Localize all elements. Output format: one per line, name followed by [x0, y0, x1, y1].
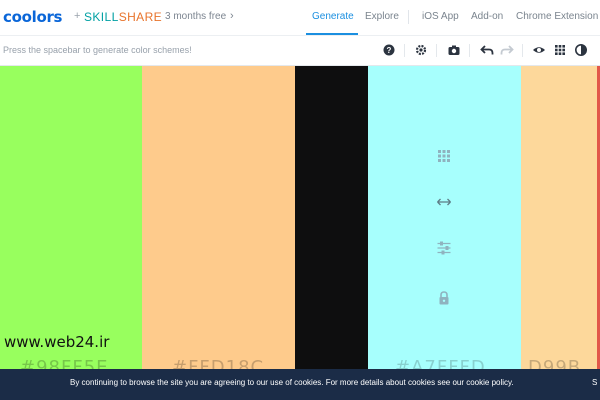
color-swatch[interactable] — [295, 66, 368, 400]
undo-icon[interactable] — [480, 43, 494, 57]
share-text: SHARE — [118, 10, 163, 24]
toolbar-divider — [469, 44, 470, 57]
nav-chrome-extension[interactable]: Chrome Extension — [516, 11, 598, 22]
nav-divider — [408, 10, 409, 24]
cookie-dismiss-button[interactable]: S — [592, 378, 597, 387]
adjust-width-icon[interactable] — [436, 194, 452, 210]
nav-ios-app[interactable]: iOS App — [422, 11, 459, 22]
top-navigation: coolors + SKILLSHARE 3 months free › Gen… — [0, 0, 600, 36]
color-swatch[interactable]: #FFD18C — [142, 66, 295, 400]
grid-icon[interactable] — [436, 148, 452, 164]
nav-generate[interactable]: Generate — [312, 11, 354, 22]
swatch-tools — [437, 148, 451, 305]
gear-icon[interactable] — [414, 43, 428, 57]
svg-text:?: ? — [387, 46, 392, 55]
active-tab-indicator — [306, 33, 358, 35]
grid-icon[interactable] — [553, 43, 567, 57]
contrast-icon[interactable] — [574, 43, 588, 57]
color-swatch[interactable]: D99B — [521, 66, 600, 400]
coolors-logo[interactable]: coolors — [3, 8, 62, 26]
chevron-right-icon[interactable]: › — [230, 10, 234, 22]
promo-text[interactable]: 3 months free — [165, 11, 226, 22]
sliders-icon[interactable] — [436, 240, 452, 256]
eye-icon[interactable] — [532, 43, 546, 57]
color-swatch[interactable]: #A7FFFD — [368, 66, 521, 400]
generator-toolbar: Press the spacebar to generate color sch… — [0, 36, 600, 66]
lock-icon[interactable] — [436, 290, 452, 306]
cookie-notice-text[interactable]: By continuing to browse the site you are… — [70, 378, 514, 387]
help-icon[interactable]: ? — [382, 43, 396, 57]
nav-add-on[interactable]: Add-on — [471, 11, 503, 22]
cookie-banner: By continuing to browse the site you are… — [0, 369, 600, 400]
spacebar-hint: Press the spacebar to generate color sch… — [3, 45, 192, 55]
plus-sign: + — [74, 10, 81, 22]
watermark-text: www.web24.ir — [4, 333, 110, 351]
toolbar-divider — [522, 44, 523, 57]
toolbar-divider — [404, 44, 405, 57]
skill-text: SKILL — [84, 10, 119, 24]
camera-icon[interactable] — [447, 43, 461, 57]
redo-icon[interactable] — [500, 43, 514, 57]
toolbar-divider — [436, 44, 437, 57]
nav-explore[interactable]: Explore — [365, 11, 399, 22]
skillshare-logo[interactable]: SKILLSHARE — [84, 10, 162, 24]
